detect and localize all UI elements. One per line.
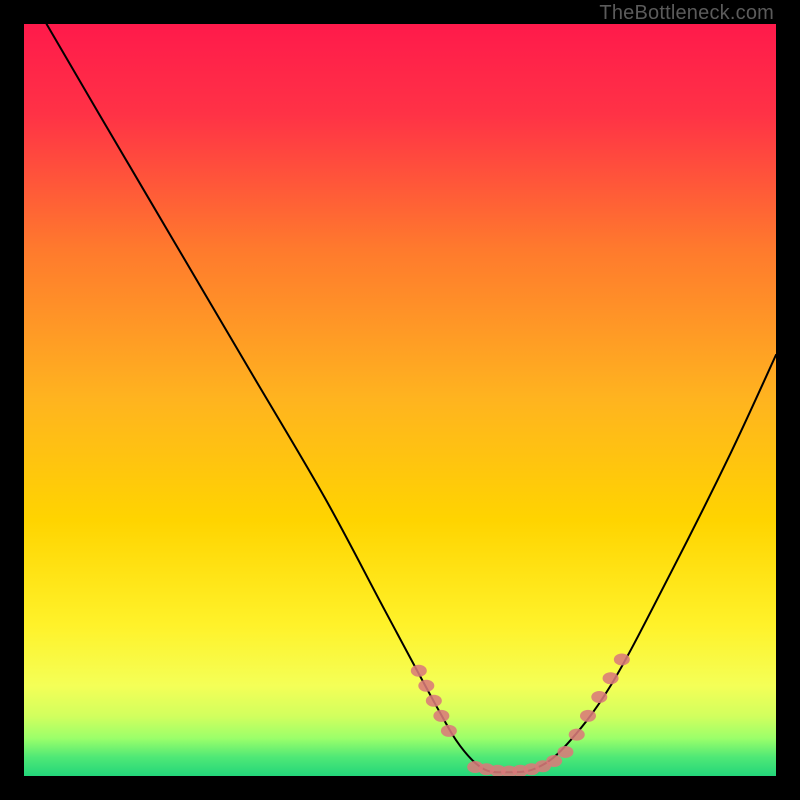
highlight-dot — [603, 672, 619, 684]
highlight-dot — [418, 680, 434, 692]
highlight-dot — [591, 691, 607, 703]
highlight-dot — [614, 653, 630, 665]
highlight-dot — [426, 695, 442, 707]
bottleneck-chart — [24, 24, 776, 776]
watermark-label: TheBottleneck.com — [599, 2, 774, 25]
chart-frame — [24, 24, 776, 776]
highlight-dot — [441, 725, 457, 737]
highlight-dot — [557, 746, 573, 758]
highlight-dot — [433, 710, 449, 722]
highlight-dot — [580, 710, 596, 722]
highlight-dot — [569, 729, 585, 741]
highlight-dot — [546, 755, 562, 767]
highlight-dot — [411, 665, 427, 677]
gradient-background — [24, 24, 776, 776]
